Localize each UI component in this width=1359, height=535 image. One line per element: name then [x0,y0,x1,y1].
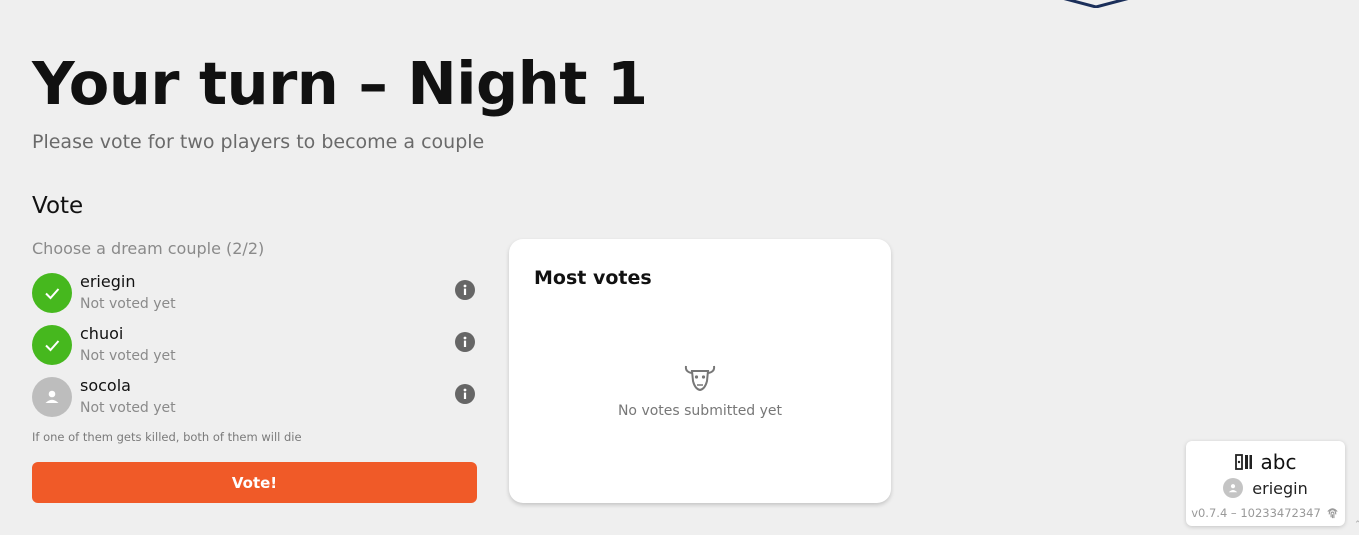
session-name-row: abc [1186,450,1345,474]
info-icon[interactable] [455,280,475,300]
user-row: eriegin [1186,478,1345,498]
game-name: abc [1260,450,1297,474]
user-name: eriegin [1252,478,1308,498]
person-icon [32,377,72,417]
vote-button[interactable]: Vote! [32,462,477,503]
player-name: socola [80,376,131,395]
page-subtitle: Please vote for two players to become a … [32,131,485,153]
most-votes-title: Most votes [534,267,652,289]
player-item[interactable]: chuoi Not voted yet [32,322,477,374]
player-name: eriegin [80,272,136,291]
bull-skull-icon [684,365,716,392]
most-votes-card: Most votes No votes submitted yet [509,239,891,503]
player-list: eriegin Not voted yet chuoi Not voted ye… [32,270,477,426]
vote-section-title: Vote [32,193,84,219]
empty-votes-text: No votes submitted yet [617,403,783,419]
player-status: Not voted yet [80,348,176,364]
game-room-icon [1234,454,1252,470]
session-info: abc eriegin v0.7.4 – 10233472347 [1186,441,1345,526]
player-name: chuoi [80,324,124,343]
check-icon [32,325,72,365]
info-icon[interactable] [455,384,475,404]
info-icon[interactable] [455,332,475,352]
avatar [1223,478,1244,498]
player-item[interactable]: eriegin Not voted yet [32,270,477,322]
fingerprint-icon[interactable] [1325,505,1340,520]
player-item[interactable]: socola Not voted yet [32,374,477,426]
check-icon [32,273,72,313]
player-status: Not voted yet [80,296,176,312]
version-text: v0.7.4 – 10233472347 [1191,505,1321,520]
logo-icon [1063,0,1129,8]
scrollbar-arrow[interactable]: ⌃ [1354,520,1359,535]
version-row: v0.7.4 – 10233472347 [1186,505,1345,520]
page-title: Your turn – Night 1 [32,49,648,118]
page: Your turn – Night 1 Please vote for two … [0,0,1359,535]
player-status: Not voted yet [80,400,176,416]
couple-note: If one of them gets killed, both of them… [32,430,302,444]
vote-hint: Choose a dream couple (2/2) [32,239,265,258]
